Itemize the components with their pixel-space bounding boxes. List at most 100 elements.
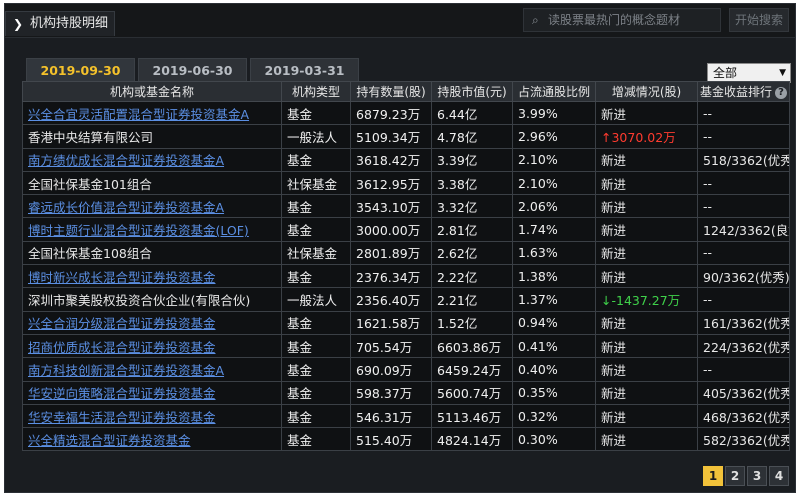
cell-rank: 518/3362(优秀)	[697, 147, 790, 172]
cell-value: 5600.74万	[431, 380, 513, 405]
cell-institution-name[interactable]: 博时主题行业混合型证券投资基金(LOF)	[22, 217, 282, 242]
fund-link[interactable]: 兴全精选混合型证券投资基金	[28, 433, 191, 448]
panel-title-tab: ❯ 机构持股明细	[5, 11, 115, 36]
cell-type: 基金	[281, 310, 351, 335]
search-button[interactable]: 开始搜索	[729, 8, 789, 32]
cell-ratio: 0.30%	[512, 427, 596, 452]
cell-type: 社保基金	[281, 170, 351, 196]
change-value: 新进	[601, 339, 627, 355]
table-row: 睿远成长价值混合型证券投资基金A 基金 3543.10万 3.32亿 2.06% 新进 --	[22, 194, 790, 219]
cell-ratio: 1.63%	[512, 240, 596, 266]
cell-institution-name[interactable]: 华安逆向策略混合型证券投资基金	[22, 380, 282, 405]
help-icon[interactable]: ?	[775, 86, 787, 99]
cell-ratio: 0.94%	[512, 310, 596, 335]
fund-link[interactable]: 南方绩优成长混合型证券投资基金A	[28, 153, 224, 168]
cell-institution-name[interactable]: 睿远成长价值混合型证券投资基金A	[22, 194, 282, 219]
table-row: 兴全合润分级混合型证券投资基金 基金 1621.58万 1.52亿 0.94% 新进 161…	[22, 310, 790, 335]
panel-title: 机构持股明细	[30, 16, 109, 31]
page-button-4[interactable]: 4	[769, 466, 789, 486]
page-button-3[interactable]: 3	[747, 466, 767, 486]
cell-institution-name[interactable]: 兴全合宜灵活配置混合型证券投资基金A	[22, 100, 282, 126]
change-value: -1437.27万	[611, 293, 681, 309]
fund-link[interactable]: 博时主题行业混合型证券投资基金(LOF)	[28, 223, 249, 238]
col-header-type: 机构类型	[281, 81, 351, 102]
cell-qty: 690.09万	[350, 357, 432, 382]
fund-link[interactable]: 睿远成长价值混合型证券投资基金A	[28, 200, 224, 215]
cell-ratio: 2.06%	[512, 194, 596, 219]
cell-type: 基金	[281, 264, 351, 289]
cell-value: 6.44亿	[431, 100, 513, 126]
cell-value: 2.62亿	[431, 240, 513, 266]
cell-qty: 515.40万	[350, 427, 432, 452]
col-header-rank: 基金收益排行?	[697, 81, 790, 102]
change-value: 新进	[601, 269, 627, 285]
type-filter-select[interactable]: 全部 ▼	[707, 63, 791, 83]
cell-change: 新进	[595, 170, 698, 196]
cell-change: 新进	[595, 333, 698, 359]
table-row: 兴全合宜灵活配置混合型证券投资基金A 基金 6879.23万 6.44亿 3.99% 新进…	[22, 100, 790, 126]
cell-institution-name[interactable]: 招商优质成长混合型证券投资基金	[22, 333, 282, 359]
change-value: 新进	[601, 223, 627, 239]
cell-institution-name[interactable]: 博时新兴成长混合型证券投资基金	[22, 264, 282, 289]
cell-change: 新进	[595, 100, 698, 126]
table-row: 全国社保基金101组合 社保基金 3612.95万 3.38亿 2.10% 新进 --	[22, 170, 790, 196]
cell-institution-name[interactable]: 南方科技创新混合型证券投资基金A	[22, 357, 282, 382]
cell-institution-name[interactable]: 兴全精选混合型证券投资基金	[22, 427, 282, 452]
cell-type: 社保基金	[281, 240, 351, 266]
cell-institution-name: 全国社保基金108组合	[22, 240, 282, 266]
cell-value: 4.78亿	[431, 124, 513, 149]
table-row: 南方科技创新混合型证券投资基金A 基金 690.09万 6459.24万 0.40% 新进…	[22, 357, 790, 382]
cell-change: 新进	[595, 194, 698, 219]
cell-rank: 1242/3362(良好)	[697, 217, 790, 242]
cell-value: 3.39亿	[431, 147, 513, 172]
cell-type: 一般法人	[281, 287, 351, 312]
cell-change: 新进	[595, 240, 698, 266]
search-placeholder: 读股票最热门的概念题材	[548, 13, 681, 27]
cell-rank: --	[697, 100, 790, 126]
tab-2019-09-30[interactable]: 2019-09-30	[26, 58, 135, 83]
cell-institution-name[interactable]: 南方绩优成长混合型证券投资基金A	[22, 147, 282, 172]
cell-ratio: 2.96%	[512, 124, 596, 149]
cell-change: ↑3070.02万	[595, 124, 698, 149]
fund-link[interactable]: 南方科技创新混合型证券投资基金A	[28, 363, 224, 378]
cell-qty: 1621.58万	[350, 310, 432, 335]
arrow-up-icon: ↑	[601, 129, 612, 145]
cell-rank: 468/3362(优秀)	[697, 403, 790, 429]
institution-name: 香港中央结算有限公司	[28, 129, 154, 145]
cell-qty: 3543.10万	[350, 194, 432, 219]
change-value: 新进	[601, 362, 627, 378]
cell-qty: 3000.00万	[350, 217, 432, 242]
fund-link[interactable]: 华安幸福生活混合型证券投资基金	[28, 410, 216, 425]
table-row: 博时新兴成长混合型证券投资基金 基金 2376.34万 2.22亿 1.38% 新进 90/…	[22, 264, 790, 289]
cell-institution-name[interactable]: 兴全合润分级混合型证券投资基金	[22, 310, 282, 335]
holdings-table: 机构或基金名称 机构类型 持有数量(股) 持股市值(元) 占流通股比例 增减情况…	[22, 81, 790, 452]
fund-link[interactable]: 兴全合宜灵活配置混合型证券投资基金A	[28, 107, 249, 122]
rank-header-label: 基金收益排行	[699, 85, 772, 99]
change-value: 新进	[601, 246, 627, 262]
cell-value: 6459.24万	[431, 357, 513, 382]
tab-2019-06-30[interactable]: 2019-06-30	[138, 58, 247, 83]
cell-rank: 90/3362(优秀)	[697, 264, 790, 289]
cell-rank: 405/3362(优秀)	[697, 380, 790, 405]
fund-link[interactable]: 博时新兴成长混合型证券投资基金	[28, 270, 216, 285]
table-row: 深圳市聚美股权投资合伙企业(有限合伙) 一般法人 2356.40万 2.21亿 1.37…	[22, 287, 790, 312]
col-header-value: 持股市值(元)	[431, 81, 513, 102]
cell-value: 3.32亿	[431, 194, 513, 219]
fund-link[interactable]: 兴全合润分级混合型证券投资基金	[28, 316, 216, 331]
col-header-ratio: 占流通股比例	[512, 81, 596, 102]
cell-value: 2.21亿	[431, 287, 513, 312]
cell-ratio: 0.35%	[512, 380, 596, 405]
cell-value: 1.52亿	[431, 310, 513, 335]
cell-institution-name[interactable]: 华安幸福生活混合型证券投资基金	[22, 403, 282, 429]
cell-qty: 705.54万	[350, 333, 432, 359]
page-button-1[interactable]: 1	[703, 466, 723, 486]
table-row: 兴全精选混合型证券投资基金 基金 515.40万 4824.14万 0.30% 新进 582…	[22, 427, 790, 452]
concept-search-input[interactable]: ⌕ 读股票最热门的概念题材	[523, 8, 721, 32]
cell-qty: 598.37万	[350, 380, 432, 405]
fund-link[interactable]: 华安逆向策略混合型证券投资基金	[28, 386, 216, 401]
fund-link[interactable]: 招商优质成长混合型证券投资基金	[28, 340, 216, 355]
cell-change: 新进	[595, 403, 698, 429]
tab-2019-03-31[interactable]: 2019-03-31	[250, 58, 359, 83]
page-button-2[interactable]: 2	[725, 466, 745, 486]
cell-ratio: 1.38%	[512, 264, 596, 289]
